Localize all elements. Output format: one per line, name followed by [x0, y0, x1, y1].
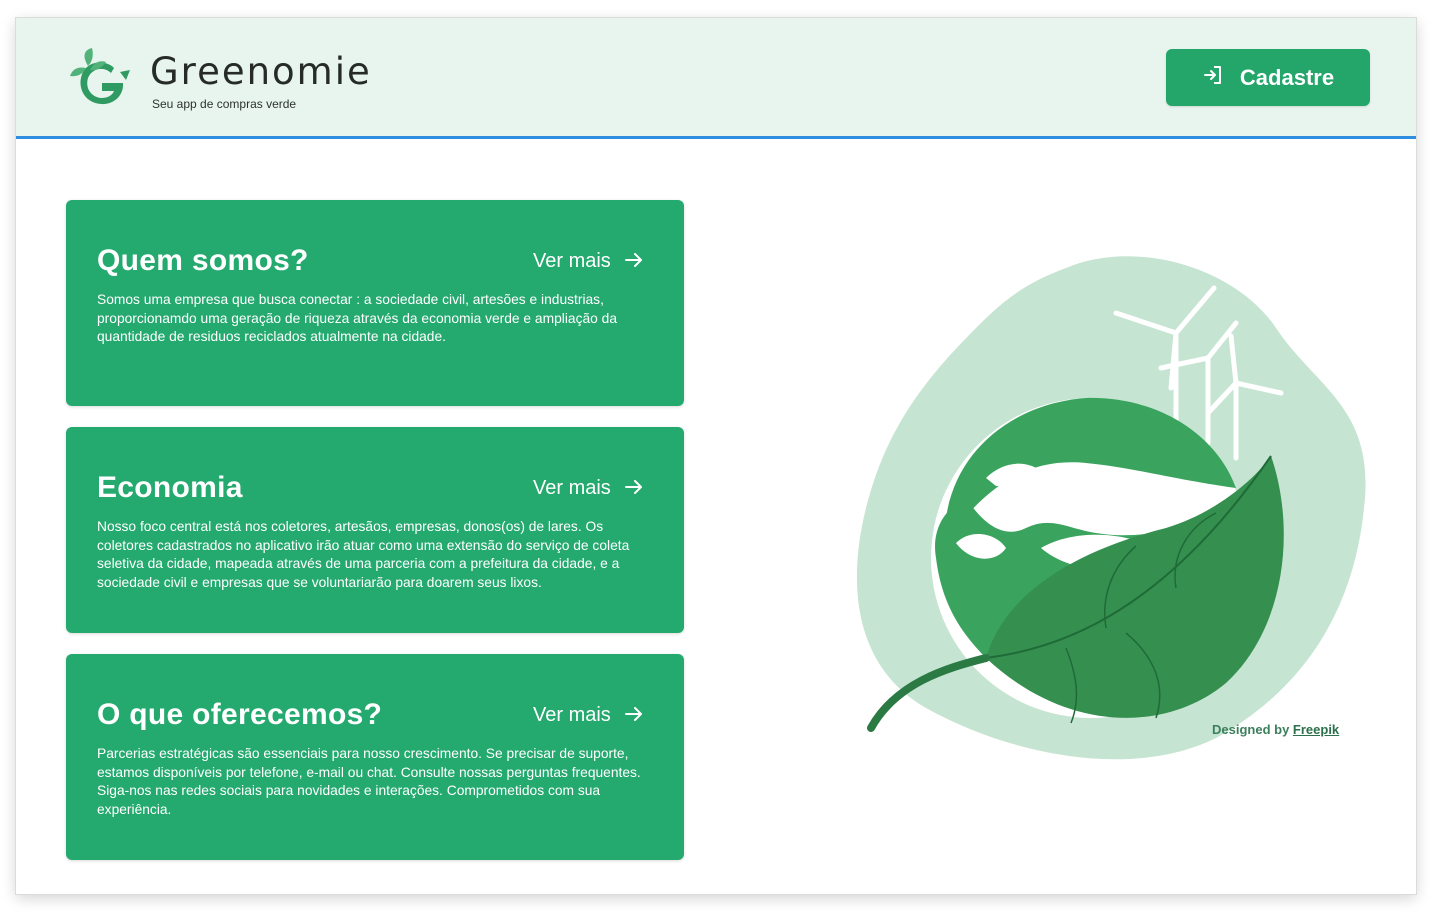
card-title: O que oferecemos? [97, 698, 383, 731]
arrow-right-icon [624, 477, 643, 500]
ver-mais-label: Ver mais [533, 477, 611, 499]
brand-name: Greenomie [150, 50, 372, 93]
design-credit: Designed by Freepik [1212, 722, 1339, 737]
cadastre-label: Cadastre [1239, 64, 1335, 90]
arrow-right-icon [624, 704, 643, 727]
arrow-right-icon [624, 250, 643, 273]
card-body: Nosso foco central está nos coletores, a… [97, 519, 630, 590]
cadastre-button[interactable]: Cadastre [1166, 49, 1370, 106]
login-icon [1202, 64, 1224, 92]
ver-mais-label: Ver mais [533, 250, 611, 272]
card-title: Quem somos? [97, 244, 309, 277]
ver-mais-label: Ver mais [533, 704, 611, 726]
greenomie-logo-icon[interactable] [68, 48, 134, 110]
ver-mais-link[interactable]: Ver mais [533, 704, 643, 727]
card-economia: Economia Ver mais Nosso foco central est… [66, 427, 684, 633]
earth-leaf-illustration [836, 228, 1396, 768]
ver-mais-link[interactable]: Ver mais [533, 477, 643, 500]
app-window: Greenomie Seu app de compras verde Cadas… [16, 18, 1416, 894]
card-body: Somos uma empresa que busca conectar : a… [97, 292, 617, 344]
card-title: Economia [97, 471, 243, 504]
card-body: Parcerias estratégicas são essenciais pa… [97, 746, 641, 817]
card-o-que-oferecemos: O que oferecemos? Ver mais Parcerias est… [66, 654, 684, 860]
ver-mais-link[interactable]: Ver mais [533, 250, 643, 273]
brand-tagline: Seu app de compras verde [152, 97, 297, 111]
freepik-link[interactable]: Freepik [1293, 722, 1339, 737]
credit-prefix: Designed by [1212, 722, 1290, 737]
card-quem-somos: Quem somos? Ver mais Somos uma empresa q… [66, 200, 684, 406]
top-header: Greenomie Seu app de compras verde Cadas… [16, 18, 1416, 139]
